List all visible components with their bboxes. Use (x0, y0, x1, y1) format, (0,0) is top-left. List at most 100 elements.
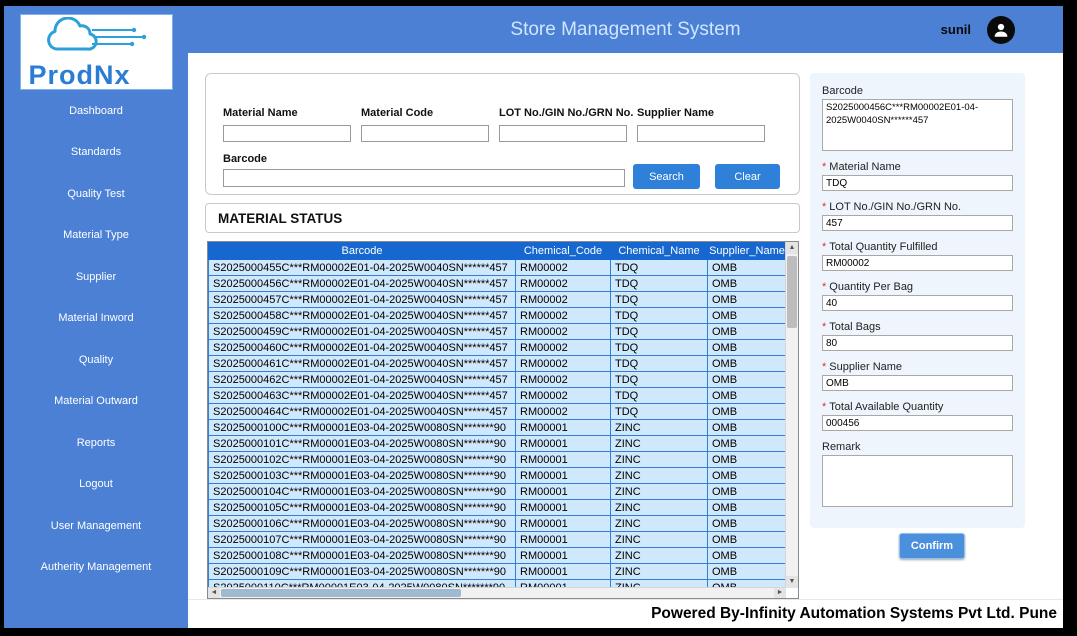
table-cell: RM00001 (516, 500, 611, 516)
remark-label: Remark (822, 441, 1013, 453)
table-row[interactable]: S2025000462C***RM00002E01-04-2025W0040SN… (209, 372, 787, 388)
material-name-input[interactable] (223, 125, 351, 142)
barcode-field[interactable] (822, 99, 1013, 151)
detail-field: *Material Name (822, 161, 1013, 191)
barcode-search-input[interactable] (223, 169, 625, 187)
total-available-quantity-field[interactable] (822, 415, 1013, 431)
table-cell: S2025000459C***RM00002E01-04-2025W0040SN… (209, 324, 516, 340)
table-cell: RM00002 (516, 324, 611, 340)
table-cell: S2025000458C***RM00002E01-04-2025W0040SN… (209, 308, 516, 324)
quantity-per-bag-label: *Quantity Per Bag (822, 281, 1013, 293)
sidebar-item-quality[interactable]: Quality (4, 339, 188, 381)
main-column: Store Management System sunil Material N… (188, 6, 1063, 628)
material-name-label: *Material Name (822, 161, 1013, 173)
search-field: Supplier Name (637, 107, 775, 142)
scroll-left-icon[interactable]: ◄ (208, 588, 220, 598)
clear-button[interactable]: Clear (715, 164, 780, 189)
sidebar-item-material-type[interactable]: Material Type (4, 215, 188, 257)
sidebar-item-material-inword[interactable]: Material Inword (4, 298, 188, 340)
sidebar-item-user-management[interactable]: User Management (4, 505, 188, 547)
horizontal-scroll-thumb[interactable] (221, 589, 461, 597)
table-row[interactable]: S2025000104C***RM00001E03-04-2025W0080SN… (209, 484, 787, 500)
user-avatar[interactable] (987, 16, 1015, 44)
material-name-field[interactable] (822, 175, 1013, 191)
table-cell: S2025000102C***RM00001E03-04-2025W0080SN… (209, 452, 516, 468)
table-cell: RM00001 (516, 452, 611, 468)
sidebar-item-material-outward[interactable]: Material Outward (4, 381, 188, 423)
total-bags-field[interactable] (822, 335, 1013, 351)
table-row[interactable]: S2025000108C***RM00001E03-04-2025W0080SN… (209, 548, 787, 564)
scroll-up-icon[interactable]: ▲ (786, 242, 798, 254)
required-asterisk: * (822, 161, 826, 173)
scroll-down-icon[interactable]: ▼ (786, 576, 798, 588)
detail-field: *Quantity Per Bag (822, 281, 1013, 311)
table-cell: TDQ (611, 292, 708, 308)
scroll-right-icon[interactable]: ► (774, 588, 786, 598)
table-row[interactable]: S2025000457C***RM00002E01-04-2025W0040SN… (209, 292, 787, 308)
confirm-button[interactable]: Confirm (899, 533, 965, 559)
table-row[interactable]: S2025000101C***RM00001E03-04-2025W0080SN… (209, 436, 787, 452)
table-cell: S2025000108C***RM00001E03-04-2025W0080SN… (209, 548, 516, 564)
total-quantity-fulfilled-field[interactable] (822, 255, 1013, 271)
table-row[interactable]: S2025000458C***RM00002E01-04-2025W0040SN… (209, 308, 787, 324)
table-row[interactable]: S2025000105C***RM00001E03-04-2025W0080SN… (209, 500, 787, 516)
search-button[interactable]: Search (633, 164, 700, 189)
table-cell: RM00001 (516, 548, 611, 564)
remark-field[interactable] (822, 455, 1013, 507)
table-cell: TDQ (611, 356, 708, 372)
sidebar-item-quality-test[interactable]: Quality Test (4, 173, 188, 215)
table-cell: TDQ (611, 388, 708, 404)
table-row[interactable]: S2025000455C***RM00002E01-04-2025W0040SN… (209, 260, 787, 276)
total-quantity-fulfilled-label: *Total Quantity Fulfilled (822, 241, 1013, 253)
table-cell: OMB (708, 340, 787, 356)
quantity-per-bag-field[interactable] (822, 295, 1013, 311)
lot-no-gin-no-grn-no-input[interactable] (499, 125, 627, 142)
total-available-quantity-label: *Total Available Quantity (822, 401, 1013, 413)
horizontal-scrollbar[interactable]: ◄ ► (208, 587, 786, 598)
supplier-name-field[interactable] (822, 375, 1013, 391)
table-cell: S2025000105C***RM00001E03-04-2025W0080SN… (209, 500, 516, 516)
sidebar-item-reports[interactable]: Reports (4, 422, 188, 464)
table-cell: S2025000109C***RM00001E03-04-2025W0080SN… (209, 564, 516, 580)
table-cell: OMB (708, 452, 787, 468)
table-cell: TDQ (611, 372, 708, 388)
sidebar-item-supplier[interactable]: Supplier (4, 256, 188, 298)
vertical-scrollbar[interactable]: ▲ ▼ (785, 242, 798, 588)
material-code-input[interactable] (361, 125, 489, 142)
table-row[interactable]: S2025000107C***RM00001E03-04-2025W0080SN… (209, 532, 787, 548)
table-cell: RM00002 (516, 308, 611, 324)
table-row[interactable]: S2025000106C***RM00001E03-04-2025W0080SN… (209, 516, 787, 532)
table-cell: RM00002 (516, 372, 611, 388)
table-row[interactable]: S2025000461C***RM00002E01-04-2025W0040SN… (209, 356, 787, 372)
table-cell: RM00001 (516, 468, 611, 484)
sidebar-item-logout[interactable]: Logout (4, 464, 188, 506)
column-header-chemical-code[interactable]: Chemical_Code (516, 243, 611, 260)
table-cell: S2025000463C***RM00002E01-04-2025W0040SN… (209, 388, 516, 404)
table-row[interactable]: S2025000102C***RM00001E03-04-2025W0080SN… (209, 452, 787, 468)
table-row[interactable]: S2025000464C***RM00002E01-04-2025W0040SN… (209, 404, 787, 420)
table-cell: S2025000462C***RM00002E01-04-2025W0040SN… (209, 372, 516, 388)
supplier-name-input[interactable] (637, 125, 765, 142)
column-header-supplier-name[interactable]: Supplier_Name (708, 243, 787, 260)
table-row[interactable]: S2025000460C***RM00002E01-04-2025W0040SN… (209, 340, 787, 356)
table-row[interactable]: S2025000109C***RM00001E03-04-2025W0080SN… (209, 564, 787, 580)
lot-no-gin-no-grn-no-field[interactable] (822, 215, 1013, 231)
table-row[interactable]: S2025000103C***RM00001E03-04-2025W0080SN… (209, 468, 787, 484)
app-window: ProdNx DashboardStandardsQuality TestMat… (4, 6, 1063, 628)
cloud-logo-icon (29, 17, 164, 60)
table-cell: OMB (708, 388, 787, 404)
sidebar-item-standards[interactable]: Standards (4, 132, 188, 174)
column-header-chemical-name[interactable]: Chemical_Name (611, 243, 708, 260)
table-cell: OMB (708, 564, 787, 580)
table-row[interactable]: S2025000100C***RM00001E03-04-2025W0080SN… (209, 420, 787, 436)
sidebar-item-autherity-management[interactable]: Autherity Management (4, 547, 188, 589)
table-row[interactable]: S2025000456C***RM00002E01-04-2025W0040SN… (209, 276, 787, 292)
lot-no-gin-no-grn-no-label: *LOT No./GIN No./GRN No. (822, 201, 1013, 213)
table-cell: RM00002 (516, 276, 611, 292)
vertical-scroll-thumb[interactable] (787, 256, 797, 328)
column-header-barcode[interactable]: Barcode (209, 243, 516, 260)
table-row[interactable]: S2025000459C***RM00002E01-04-2025W0040SN… (209, 324, 787, 340)
table-row[interactable]: S2025000463C***RM00002E01-04-2025W0040SN… (209, 388, 787, 404)
table-header-row: BarcodeChemical_CodeChemical_NameSupplie… (209, 243, 787, 260)
sidebar-item-dashboard[interactable]: Dashboard (4, 90, 188, 132)
